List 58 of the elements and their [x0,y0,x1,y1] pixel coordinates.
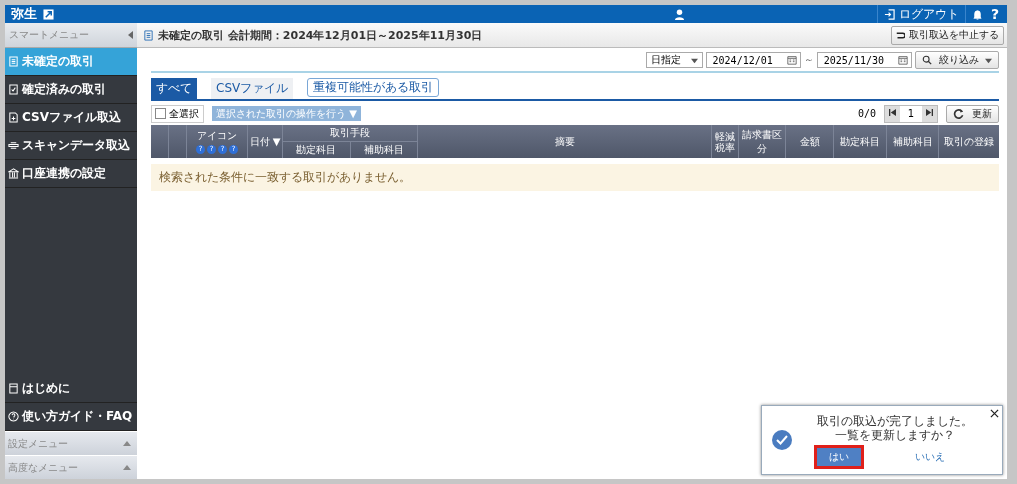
page-title: 未確定の取引 会計期間：2024年12月01日～2025年11月30日 [143,27,483,43]
column-header: 補助科目 [887,125,939,158]
column-header[interactable]: 日付 ▼ [248,125,283,158]
caret-icon [985,56,992,64]
tab[interactable]: CSVファイル [211,78,294,99]
cancel-import-button[interactable]: 取引取込を中止する [891,25,1004,45]
sidebar-item[interactable]: はじめに [5,375,137,403]
select-all-checkbox[interactable]: 全選択 [151,104,204,123]
doc-icon [8,56,19,67]
period-dropdown[interactable]: 日指定 [645,52,703,68]
document-icon [143,29,154,41]
sidebar-item[interactable]: 口座連携の設定 [5,160,137,188]
bell-icon[interactable] [971,8,983,20]
column-header: 取引手段 [283,125,417,142]
user-icon[interactable] [673,8,685,20]
sidebar-item[interactable]: スキャンデータ取込 [5,132,137,160]
close-icon [990,409,999,418]
help-button[interactable]: ? [988,6,1001,22]
check-icon [8,84,19,95]
yes-button[interactable]: はい [817,448,861,466]
bank-icon [8,168,19,179]
refresh-button[interactable]: 更新 [946,104,999,123]
tab[interactable]: すべて [151,78,197,99]
external-link-icon [43,8,54,20]
logo: 弥生 [11,5,37,23]
book-icon [8,383,19,394]
return-icon [896,30,905,40]
column-header: 勘定科目 [283,142,351,158]
column-header: 勘定科目 [834,125,887,158]
checkmark-icon [772,430,792,450]
sidebar-item[interactable]: 確定済みの取引 [5,76,137,104]
column-header: 軽減税率 [712,125,739,158]
dialog-message: 取引の取込が完了しました。 一覧を更新しますか？ [816,414,974,442]
sidebar-item[interactable]: CSVファイル取込 [5,104,137,132]
help-icon [8,411,19,422]
tab[interactable]: 重複可能性がある取引 [307,78,440,97]
empty-message: 検索された条件に一致する取引がありません。 [151,164,999,191]
column-header: 請求書区分 [739,125,786,158]
caret-icon [690,56,698,64]
file-icon [8,112,19,123]
column-header: 摘要 [418,125,712,158]
logout-icon [883,8,895,20]
sidebar-title: スマートメニュー [9,28,89,42]
column-header: 補助科目 [362,143,405,157]
range-separator: ～ [803,53,814,67]
column-header: 金額 [786,125,834,158]
column-header: アイコン [197,129,237,143]
record-count: 0/0 [857,108,876,119]
refresh-icon [953,108,964,119]
date-field[interactable]: 2025/11/30 [816,52,912,68]
search-icon [922,55,932,65]
calendar-icon[interactable] [898,55,908,65]
calendar-icon[interactable] [786,55,797,65]
filter-button[interactable]: 絞り込み [915,51,999,69]
no-link[interactable]: いいえ [909,449,951,465]
date-field[interactable]: 2024/12/01 [705,52,801,68]
column-header: 取引の登録 [943,134,995,149]
scan-icon [8,140,19,151]
